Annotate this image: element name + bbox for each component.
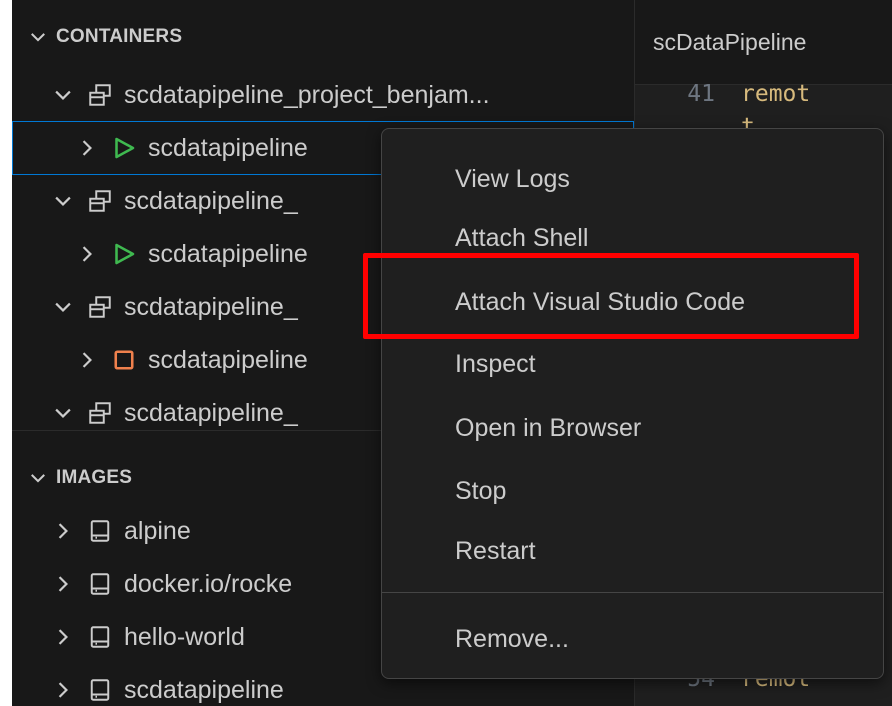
chevron-right-icon (58, 523, 68, 539)
image-label: scdatapipeline (124, 675, 284, 704)
editor-tab-label: scDataPipeline (653, 28, 807, 55)
menu-item-remove[interactable]: Remove... (382, 610, 883, 668)
chevron-down-icon (31, 474, 45, 483)
container-group-label: scdatapipeline_project_benjam... (124, 80, 490, 109)
menu-item-restart[interactable]: Restart (382, 522, 883, 580)
menu-separator (382, 592, 883, 593)
containers-header-label: CONTAINERS (56, 26, 183, 47)
image-book-icon (90, 573, 110, 595)
compose-group-icon (89, 190, 111, 212)
chevron-right-icon (82, 246, 92, 262)
containers-section-header[interactable]: CONTAINERS (12, 17, 634, 57)
menu-item-attach-shell[interactable]: Attach Shell (382, 209, 883, 267)
play-icon (115, 137, 135, 159)
chevron-down-icon (55, 408, 71, 418)
container-group-label: scdatapipeline_ (124, 398, 298, 427)
play-icon (115, 243, 135, 265)
chevron-right-icon (58, 576, 68, 592)
compose-group-icon (89, 402, 111, 424)
compose-group-icon (89, 84, 111, 106)
menu-item-view-logs[interactable]: View Logs (382, 150, 883, 208)
compose-group-icon (89, 296, 111, 318)
menu-item-attach-vscode[interactable]: Attach Visual Studio Code (382, 273, 883, 331)
image-book-icon (90, 679, 110, 701)
image-label: alpine (124, 516, 191, 545)
image-book-icon (90, 520, 110, 542)
chevron-right-icon (82, 140, 92, 156)
images-header-label: IMAGES (56, 467, 133, 488)
chevron-down-icon (31, 33, 45, 42)
code-text: remot (741, 81, 811, 107)
chevron-down-icon (55, 302, 71, 312)
chevron-right-icon (58, 682, 68, 698)
menu-item-open-in-browser[interactable]: Open in Browser (382, 399, 883, 457)
container-group-row[interactable]: scdatapipeline_project_benjam... (12, 68, 634, 122)
editor-tab[interactable]: scDataPipeline (635, 0, 892, 85)
container-group-label: scdatapipeline_ (124, 292, 298, 321)
container-label: scdatapipeline (148, 133, 308, 162)
container-label: scdatapipeline (148, 239, 308, 268)
chevron-down-icon (55, 196, 71, 206)
stop-square-icon (114, 350, 134, 370)
container-group-label: scdatapipeline_ (124, 186, 298, 215)
container-label: scdatapipeline (148, 345, 308, 374)
line-number: 41 (687, 81, 715, 107)
image-book-icon (90, 626, 110, 648)
menu-item-stop[interactable]: Stop (382, 462, 883, 520)
chevron-right-icon (82, 352, 92, 368)
context-menu: View Logs Attach Shell Attach Visual Stu… (381, 128, 884, 679)
image-label: hello-world (124, 622, 245, 651)
chevron-down-icon (55, 90, 71, 100)
menu-item-inspect[interactable]: Inspect (382, 335, 883, 393)
vscode-window: CONTAINERS scdatapipeline_project_benjam… (12, 0, 892, 706)
chevron-right-icon (58, 629, 68, 645)
image-label: docker.io/rocke (124, 569, 293, 598)
code-line[interactable]: 41 remot (635, 78, 892, 110)
